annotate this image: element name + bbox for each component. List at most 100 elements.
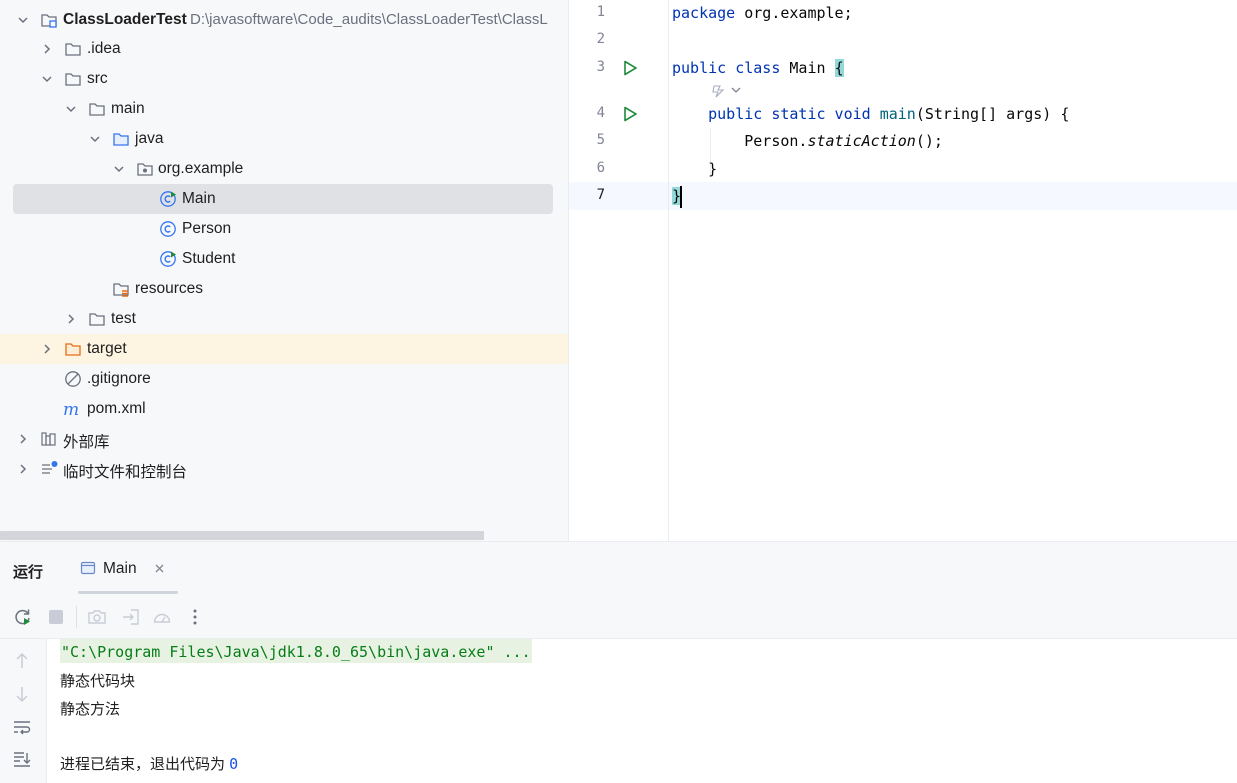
line-number: 6 [596, 160, 605, 176]
console-output[interactable]: "C:\Program Files\Java\jdk1.8.0_65\bin\j… [47, 639, 1237, 783]
chevron-down-icon[interactable] [39, 71, 55, 87]
method-name: main [870, 105, 916, 123]
tree-label-main-folder: main [111, 100, 145, 117]
chevron-right-icon[interactable] [39, 41, 55, 57]
command-text: "C:\Program Files\Java\jdk1.8.0_65\bin\j… [60, 639, 532, 663]
code-vision-hint-icon[interactable] [712, 82, 746, 98]
arrow-down-icon[interactable] [12, 684, 32, 704]
line-number: 1 [596, 4, 605, 20]
tree-label-java: java [135, 130, 164, 147]
tree-label-person: Person [182, 220, 232, 237]
folder-icon [89, 313, 105, 326]
tree-label-external-libraries: 外部库 [63, 434, 110, 451]
code-line-1: package org.example; [672, 4, 853, 22]
keyword: public class [672, 59, 781, 77]
tree-item-scratches[interactable]: 临时文件和控制台 [0, 454, 568, 484]
tree-item-test[interactable]: test [0, 304, 568, 334]
tree-label-resources: resources [135, 280, 204, 297]
svg-text:m: m [63, 400, 79, 418]
rerun-icon[interactable] [13, 607, 33, 627]
chevron-down-icon[interactable] [111, 161, 127, 177]
tree-label-main-class: Main [182, 190, 216, 207]
tree-label-package: org.example [158, 160, 244, 177]
tree-item-root[interactable]: ClassLoaderTest D:\javasoftware\Code_aud… [0, 5, 568, 35]
chevron-down-icon[interactable] [63, 101, 79, 117]
line-number: 4 [596, 105, 605, 121]
chevron-right-icon[interactable] [63, 311, 79, 327]
tree-label-target: target [87, 340, 127, 357]
soft-wrap-icon[interactable] [12, 717, 32, 737]
stop-icon[interactable] [46, 607, 66, 627]
tree-label-root: ClassLoaderTest [63, 11, 187, 28]
run-tab-main[interactable]: Main [78, 552, 178, 594]
run-main-gutter-icon[interactable] [621, 105, 639, 123]
tree-label-pom: pom.xml [87, 400, 146, 417]
chevron-right-icon[interactable] [15, 461, 31, 477]
tree-item-package[interactable]: org.example [0, 154, 568, 184]
keyword: public static void [708, 105, 871, 123]
chevron-down-icon[interactable] [87, 131, 103, 147]
tree-label-test: test [111, 310, 136, 327]
folder-icon [65, 43, 81, 56]
close-icon[interactable] [154, 563, 165, 574]
brace-match: { [834, 59, 844, 77]
tree-label-src: src [87, 70, 108, 87]
tree-item-resources[interactable]: resources [0, 274, 568, 304]
more-options-icon[interactable] [185, 607, 205, 627]
line-number: 2 [596, 31, 605, 47]
code-text: (String[] args) { [915, 105, 1070, 123]
folder-icon [89, 103, 105, 116]
tree-item-person[interactable]: Person [0, 214, 568, 244]
tree-item-target[interactable]: target [0, 334, 568, 364]
tree-item-main-folder[interactable]: main [0, 94, 568, 124]
current-line-highlight [569, 182, 1237, 210]
java-class-run-icon [160, 191, 176, 207]
tree-item-src[interactable]: src [0, 64, 568, 94]
maven-icon: m [63, 400, 79, 418]
run-panel-title: 运行 [13, 564, 44, 581]
run-config-icon [80, 561, 96, 575]
camera-icon[interactable] [87, 607, 107, 627]
ignore-file-icon [65, 371, 81, 387]
code-editor[interactable]: 1 2 3 4 5 6 7 package org.example; publi… [569, 0, 1237, 542]
code-line-4: public static void main(String[] args) { [672, 105, 1069, 123]
chevron-down-icon[interactable] [15, 12, 31, 28]
tree-item-gitignore[interactable]: .gitignore [0, 364, 568, 394]
excluded-folder-icon [65, 343, 81, 356]
source-folder-icon [113, 133, 129, 146]
folder-icon [65, 73, 81, 86]
package-icon [137, 163, 153, 176]
tree-item-java[interactable]: java [0, 124, 568, 154]
code-text: Person. [744, 132, 808, 150]
tree-item-main-class[interactable]: Main [13, 184, 553, 214]
console-line: 静态方法 [60, 701, 121, 718]
java-class-run-icon [160, 251, 176, 267]
tree-item-pom[interactable]: m pom.xml [0, 394, 568, 424]
project-path: D:\javasoftware\Code_audits\ClassLoaderT… [190, 11, 548, 28]
tree-horizontal-scrollbar[interactable] [0, 531, 484, 540]
chevron-right-icon[interactable] [39, 341, 55, 357]
login-icon[interactable] [121, 607, 141, 627]
module-folder-icon [41, 14, 57, 28]
code-text: (); [915, 132, 943, 150]
tree-item-student[interactable]: Student [0, 244, 568, 274]
tree-label-student: Student [182, 250, 236, 267]
console-line-command: "C:\Program Files\Java\jdk1.8.0_65\bin\j… [60, 639, 532, 663]
run-class-gutter-icon[interactable] [621, 59, 639, 77]
chevron-right-icon[interactable] [15, 431, 31, 447]
run-tab-label: Main [103, 560, 137, 577]
code-line-3: public class Main { [672, 59, 844, 77]
tree-item-idea[interactable]: .idea [0, 34, 568, 64]
gutter-separator [668, 0, 669, 542]
scroll-to-end-icon[interactable] [12, 749, 32, 769]
keyword: package [672, 4, 736, 22]
run-panel-header: 运行 Main [0, 542, 1237, 594]
tree-label-idea: .idea [87, 40, 121, 57]
arrow-up-icon[interactable] [12, 651, 32, 671]
text-caret [680, 186, 682, 208]
exit-code: 0 [229, 755, 239, 773]
tree-item-external-libraries[interactable]: 外部库 [0, 424, 568, 454]
gauge-icon[interactable] [152, 607, 172, 627]
console-line: 静态代码块 [60, 673, 136, 690]
